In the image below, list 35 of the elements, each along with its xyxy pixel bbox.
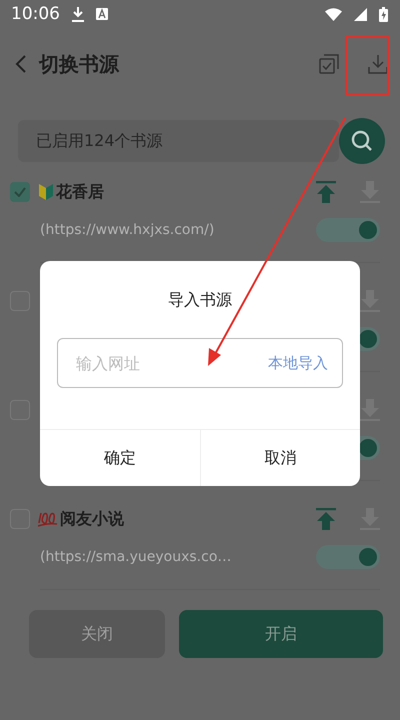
move-to-bottom-icon[interactable]	[360, 290, 380, 312]
select-all-icon[interactable]	[319, 54, 339, 74]
search-field[interactable]: 已启用124个书源	[18, 120, 339, 162]
leaf-icon	[38, 183, 54, 201]
confirm-button[interactable]: 确定	[40, 430, 200, 486]
cancel-button[interactable]: 取消	[200, 430, 360, 486]
enable-switch[interactable]	[316, 218, 380, 242]
wifi-icon	[325, 8, 342, 20]
search-icon	[351, 130, 373, 152]
source-name: 花香居	[56, 182, 104, 202]
source-url: (https://sma.yueyouxs.co…	[40, 549, 232, 565]
move-to-top-icon[interactable]	[316, 181, 336, 203]
enable-button[interactable]: 开启	[179, 610, 383, 658]
checkbox[interactable]	[10, 182, 30, 202]
page-title: 切换书源	[39, 50, 120, 78]
local-import-link[interactable]: 本地导入	[268, 354, 328, 372]
move-to-top-icon[interactable]	[316, 508, 336, 530]
download-icon	[72, 6, 84, 22]
search-button[interactable]	[339, 118, 385, 164]
status-time: 10:06	[11, 4, 60, 24]
highlight-frame	[345, 36, 389, 95]
import-icon[interactable]	[368, 54, 388, 74]
battery-icon	[379, 6, 388, 22]
url-field[interactable]: 输入网址 本地导入	[57, 338, 343, 388]
enable-switch[interactable]	[316, 545, 380, 569]
signal-icon	[354, 8, 367, 20]
move-to-bottom-icon[interactable]	[360, 399, 380, 421]
dialog-title: 导入书源	[167, 289, 233, 311]
notification-icon	[96, 8, 108, 20]
disable-button[interactable]: 关闭	[29, 610, 165, 658]
hundred-icon	[38, 510, 58, 528]
source-name: 阅友小说	[60, 508, 124, 530]
back-icon[interactable]	[15, 54, 27, 74]
source-url: (https://www.hxjxs.com/)	[40, 222, 216, 238]
check-icon	[14, 187, 26, 197]
